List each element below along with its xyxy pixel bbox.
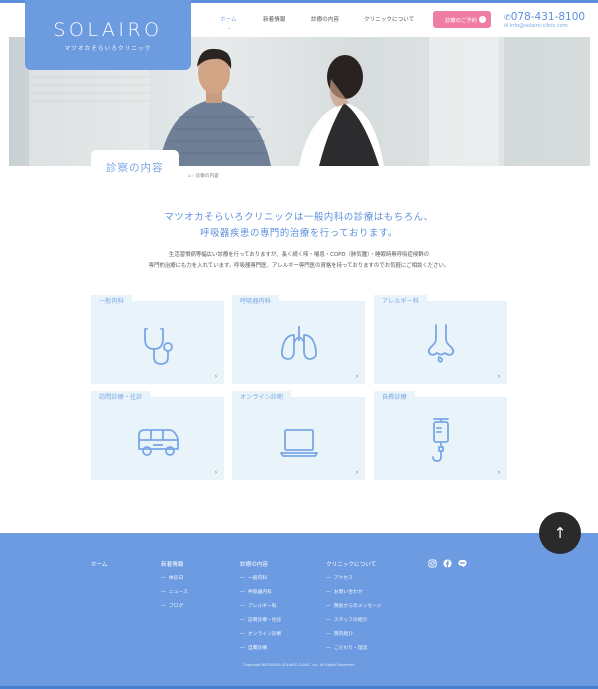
arrow-right-icon: ›	[355, 469, 359, 476]
logo-title: SOLAIRO	[53, 19, 163, 41]
arrow-right-icon: ›	[497, 373, 501, 380]
arrow-right-icon: ›	[497, 469, 501, 476]
phone-icon: ✆	[504, 13, 511, 22]
intro-desc-line2: 専門的治療にも力を入れています。呼吸器専門医、アレルギー専門医の資格を持っており…	[148, 263, 450, 269]
facebook-icon[interactable]	[443, 559, 452, 568]
arrow-right-icon: ›	[214, 373, 218, 380]
service-card-allergy[interactable]: アレルギー科 ›	[374, 295, 507, 384]
footer-service-item[interactable]: — 訪問診療・往診	[240, 616, 281, 623]
footer-about-item[interactable]: — 院長からのメッセージ	[326, 602, 382, 609]
iv-drip-icon	[426, 417, 456, 467]
footer-service-item[interactable]: — 一般内科	[240, 574, 267, 581]
arrow-right-icon: ›	[214, 469, 218, 476]
home-icon[interactable]: ⌂	[188, 174, 191, 179]
nose-icon	[424, 323, 458, 369]
service-card-self-pay[interactable]: 自費診療 ›	[374, 391, 507, 480]
footer-about-item[interactable]: — スタッフの紹介	[326, 616, 367, 623]
site-footer: ホーム 新着情報 — 休診日 — ニュース — ブログ 診療の内容 — 一般内科…	[0, 533, 598, 686]
nav-services[interactable]: 診療の内容	[311, 15, 339, 23]
reserve-button[interactable]: 診療のご予約 ›	[433, 11, 491, 28]
footer-about-item[interactable]: — こだわり・理念	[326, 644, 367, 651]
mail-address[interactable]: ✉ info@solairo-clinic.com	[504, 23, 568, 29]
footer-about-item[interactable]: — アクセス	[326, 574, 353, 581]
stethoscope-icon	[141, 325, 175, 371]
logo-subtitle: マツオカそらいろクリニック	[64, 46, 152, 52]
footer-news-item[interactable]: — ブログ	[161, 602, 183, 609]
service-card-general[interactable]: 一般内科 ›	[91, 295, 224, 384]
footer-services-title[interactable]: 診療の内容	[240, 560, 268, 568]
mail-icon: ✉	[504, 23, 509, 29]
phone-text: 078-431-8100	[510, 11, 586, 23]
mail-text: info@solairo-clinic.com	[509, 23, 568, 29]
footer-about-item[interactable]: — 院内紹介	[326, 630, 353, 637]
page-title: 診察の内容	[106, 162, 164, 174]
footer-news-item[interactable]: — 休診日	[161, 574, 183, 581]
reserve-label: 診療のご予約	[445, 17, 477, 24]
card-label: 訪問診療・往診	[91, 391, 151, 405]
chevron-down-icon: ⌄	[227, 25, 232, 31]
line-icon[interactable]	[458, 559, 467, 568]
instagram-icon[interactable]	[428, 559, 437, 568]
van-icon	[135, 427, 181, 463]
card-label: オンライン診断	[232, 391, 292, 405]
nav-news[interactable]: 新着情報	[263, 15, 285, 23]
service-card-home-visit[interactable]: 訪問診療・往診 ›	[91, 391, 224, 480]
laptop-icon	[279, 427, 319, 463]
footer-home-link[interactable]: ホーム	[91, 560, 108, 568]
service-card-respiratory[interactable]: 呼吸器内科 ›	[232, 295, 365, 384]
scroll-to-top-button[interactable]: ↑	[539, 512, 581, 554]
footer-news-title[interactable]: 新着情報	[161, 560, 183, 568]
footer-service-item[interactable]: — 自費診療	[240, 644, 267, 651]
breadcrumb-current: 診察の内容	[195, 174, 219, 179]
intro-lead-line1: マツオカそらいろクリニックは一般内科の診療はもちろん、	[164, 212, 434, 223]
card-label: 一般内科	[91, 295, 132, 309]
phone-number[interactable]: ✆078-431-8100	[504, 11, 585, 23]
footer-about-title[interactable]: クリニックについて	[326, 560, 376, 568]
breadcrumb: ⌂ › 診察の内容	[188, 173, 219, 179]
service-card-online[interactable]: オンライン診断 ›	[232, 391, 365, 480]
nav-about[interactable]: クリニックについて	[364, 15, 414, 23]
lungs-icon	[279, 323, 319, 367]
site-logo[interactable]: SOLAIRO マツオカそらいろクリニック	[25, 0, 191, 70]
card-label: アレルギー科	[374, 295, 428, 309]
nav-home[interactable]: ホーム	[220, 15, 237, 23]
footer-about-item[interactable]: — お問い合わせ	[326, 588, 363, 595]
footer-news-item[interactable]: — ニュース	[161, 588, 188, 595]
arrow-right-icon: ›	[355, 373, 359, 380]
footer-service-item[interactable]: — 呼吸器内科	[240, 588, 272, 595]
arrow-up-icon: ↑	[553, 524, 567, 542]
card-label: 呼吸器内科	[232, 295, 279, 309]
footer-service-item[interactable]: — アレルギー科	[240, 602, 277, 609]
intro-lead-line2: 呼吸器疾患の専門的治療を行っております。	[200, 228, 398, 239]
footer-service-item[interactable]: — オンライン診断	[240, 630, 281, 637]
card-label: 自費診療	[374, 391, 415, 405]
copyright: Copyright MATSUOKA SOLAIRO CLINIC. Inc. …	[243, 663, 355, 667]
intro-desc-line1: 生活習慣病等幅広い診療を行っておりますが、長く続く咳・喘息・COPD（肺気腫）・…	[168, 252, 430, 258]
arrow-right-icon: ›	[479, 16, 486, 23]
